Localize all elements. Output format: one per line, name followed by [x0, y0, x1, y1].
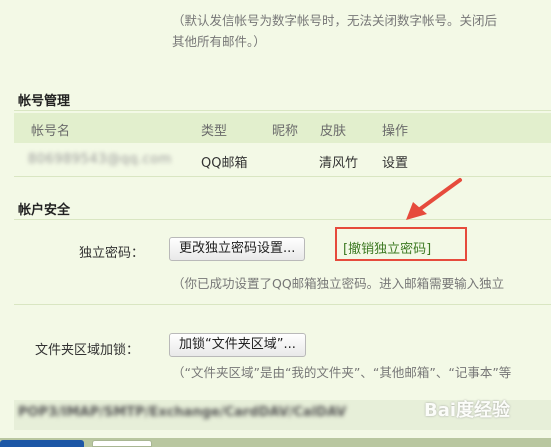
- change-password-button[interactable]: 更改独立密码设置...: [169, 237, 306, 261]
- column-header-skin: 皮肤: [320, 124, 347, 139]
- column-header-action: 操作: [382, 124, 409, 139]
- folder-hint-text: （“文件夹区域”是由“我的文件夹”、“其他邮箱”、“记事本”等: [172, 365, 512, 380]
- footer-save-button[interactable]: [0, 440, 84, 447]
- independent-password-label: 独立密码：: [79, 246, 145, 261]
- account-management-title: 帐号管理: [18, 94, 71, 109]
- footer-cancel-button[interactable]: [92, 440, 152, 447]
- column-header-type: 类型: [201, 124, 228, 139]
- annotation-highlight-box: [335, 227, 467, 261]
- annotation-arrow-icon: [406, 178, 462, 220]
- account-name-cell: 806989543@qq.com: [28, 152, 172, 167]
- password-hint-text: （你已成功设置了QQ邮箱独立密码。进入邮箱需要输入独立: [172, 276, 505, 291]
- section-divider: [14, 219, 551, 220]
- folder-lock-label: 文件夹区域加锁：: [35, 343, 140, 358]
- account-skin-cell: 清风竹: [319, 156, 359, 171]
- folder-lock-button[interactable]: 加锁“文件夹区域”...: [169, 333, 306, 357]
- column-header-nickname: 昵称: [272, 124, 299, 139]
- top-note-line1: （默认发信帐号为数字帐号时，无法关闭数字帐号。关闭后: [172, 13, 498, 28]
- section-divider: [14, 304, 551, 305]
- top-note-line2: 其他所有邮件。）: [172, 34, 266, 49]
- account-security-title: 帐户安全: [18, 203, 71, 218]
- account-type-cell: QQ邮箱: [201, 156, 248, 171]
- section-divider: [14, 110, 551, 111]
- protocol-section-title: POP3/IMAP/SMTP/Exchange/CardDAV/CalDAV: [18, 405, 347, 420]
- row-divider: [14, 176, 551, 177]
- column-header-account: 帐号名: [31, 124, 71, 139]
- baidu-jingyan-watermark: Bai度经验: [424, 400, 511, 421]
- account-settings-link[interactable]: 设置: [382, 152, 408, 171]
